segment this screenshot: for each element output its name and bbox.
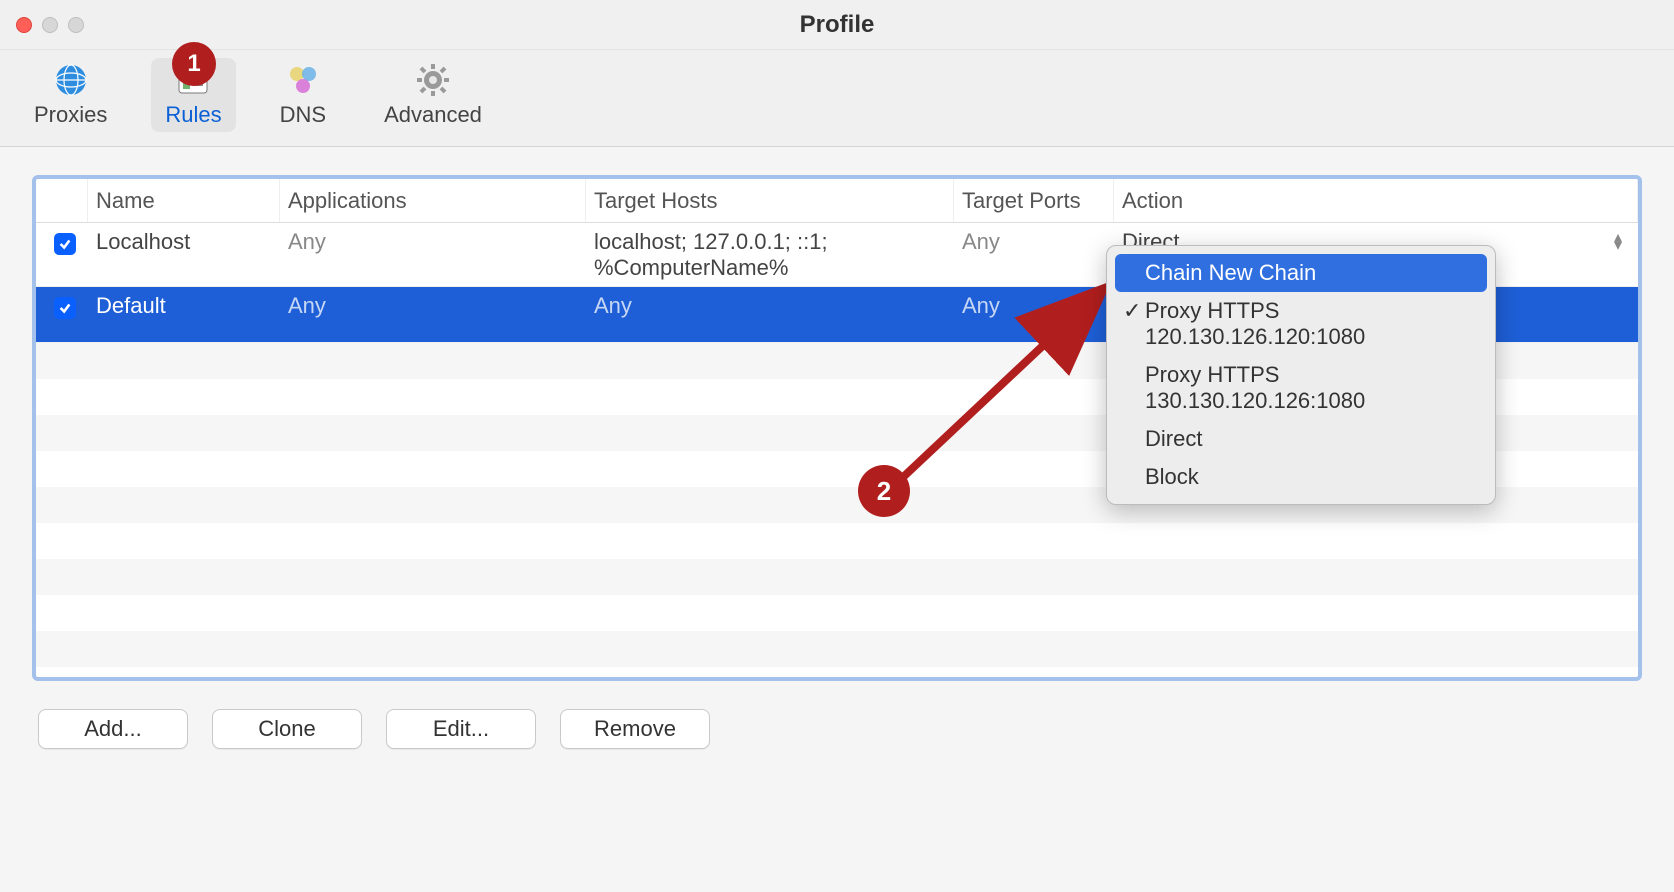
empty-row xyxy=(36,631,1638,667)
empty-row xyxy=(36,595,1638,631)
stepper-icon[interactable]: ▴▾ xyxy=(1614,234,1622,250)
annotation-arrow xyxy=(870,280,1130,505)
tab-advanced[interactable]: Advanced xyxy=(370,58,496,132)
cell-applications: Any xyxy=(280,229,586,255)
edit-button[interactable]: Edit... xyxy=(386,709,536,749)
annotation-badge-1: 1 xyxy=(172,42,216,86)
empty-row xyxy=(36,559,1638,595)
add-button[interactable]: Add... xyxy=(38,709,188,749)
cell-name: Localhost xyxy=(88,229,280,255)
annotation-badge-2: 2 xyxy=(858,465,910,517)
tab-label: Rules xyxy=(165,102,221,128)
col-target-hosts[interactable]: Target Hosts xyxy=(586,179,954,222)
action-dropdown: Chain New Chain ✓ Proxy HTTPS 120.130.12… xyxy=(1106,245,1496,505)
remove-button[interactable]: Remove xyxy=(560,709,710,749)
clone-button[interactable]: Clone xyxy=(212,709,362,749)
button-bar: Add... Clone Edit... Remove xyxy=(32,681,1642,749)
check-icon xyxy=(58,237,72,251)
tab-dns[interactable]: DNS xyxy=(266,58,340,132)
dropdown-item-block[interactable]: Block xyxy=(1115,458,1487,496)
dropdown-item-label: Proxy HTTPS 120.130.126.120:1080 xyxy=(1145,298,1365,349)
globe-icon xyxy=(53,62,89,98)
table-header: Name Applications Target Hosts Target Po… xyxy=(36,179,1638,223)
cell-name: Default xyxy=(88,293,280,319)
row-checkbox[interactable] xyxy=(54,233,76,255)
window-title: Profile xyxy=(800,11,875,39)
tab-label: Advanced xyxy=(384,102,482,128)
close-window-icon[interactable] xyxy=(16,17,32,33)
dropdown-item-proxy1[interactable]: ✓ Proxy HTTPS 120.130.126.120:1080 xyxy=(1115,292,1487,356)
dropdown-item-chain[interactable]: Chain New Chain xyxy=(1115,254,1487,292)
minimize-window-icon[interactable] xyxy=(42,17,58,33)
tab-label: DNS xyxy=(280,102,326,128)
check-icon xyxy=(58,301,72,315)
row-checkbox[interactable] xyxy=(54,297,76,319)
toolbar: Proxies Rules DNS Ad xyxy=(0,50,1674,147)
col-target-ports[interactable]: Target Ports xyxy=(954,179,1114,222)
col-name[interactable]: Name xyxy=(88,179,280,222)
empty-row xyxy=(36,523,1638,559)
cell-target-ports: Any xyxy=(954,229,1114,255)
cell-applications: Any xyxy=(280,293,586,319)
col-action[interactable]: Action xyxy=(1114,179,1638,222)
col-applications[interactable]: Applications xyxy=(280,179,586,222)
dropdown-item-proxy2[interactable]: Proxy HTTPS 130.130.120.126:1080 xyxy=(1115,356,1487,420)
tab-proxies[interactable]: Proxies xyxy=(20,58,121,132)
cell-target-hosts: localhost; 127.0.0.1; ::1; %ComputerName… xyxy=(586,229,954,281)
check-icon: ✓ xyxy=(1123,298,1141,324)
titlebar: Profile xyxy=(0,0,1674,50)
col-checkbox xyxy=(36,179,88,222)
zoom-window-icon[interactable] xyxy=(68,17,84,33)
tab-label: Proxies xyxy=(34,102,107,128)
dns-icon xyxy=(285,62,321,98)
gear-icon xyxy=(415,62,451,98)
dropdown-item-direct[interactable]: Direct xyxy=(1115,420,1487,458)
window-controls xyxy=(16,17,84,33)
